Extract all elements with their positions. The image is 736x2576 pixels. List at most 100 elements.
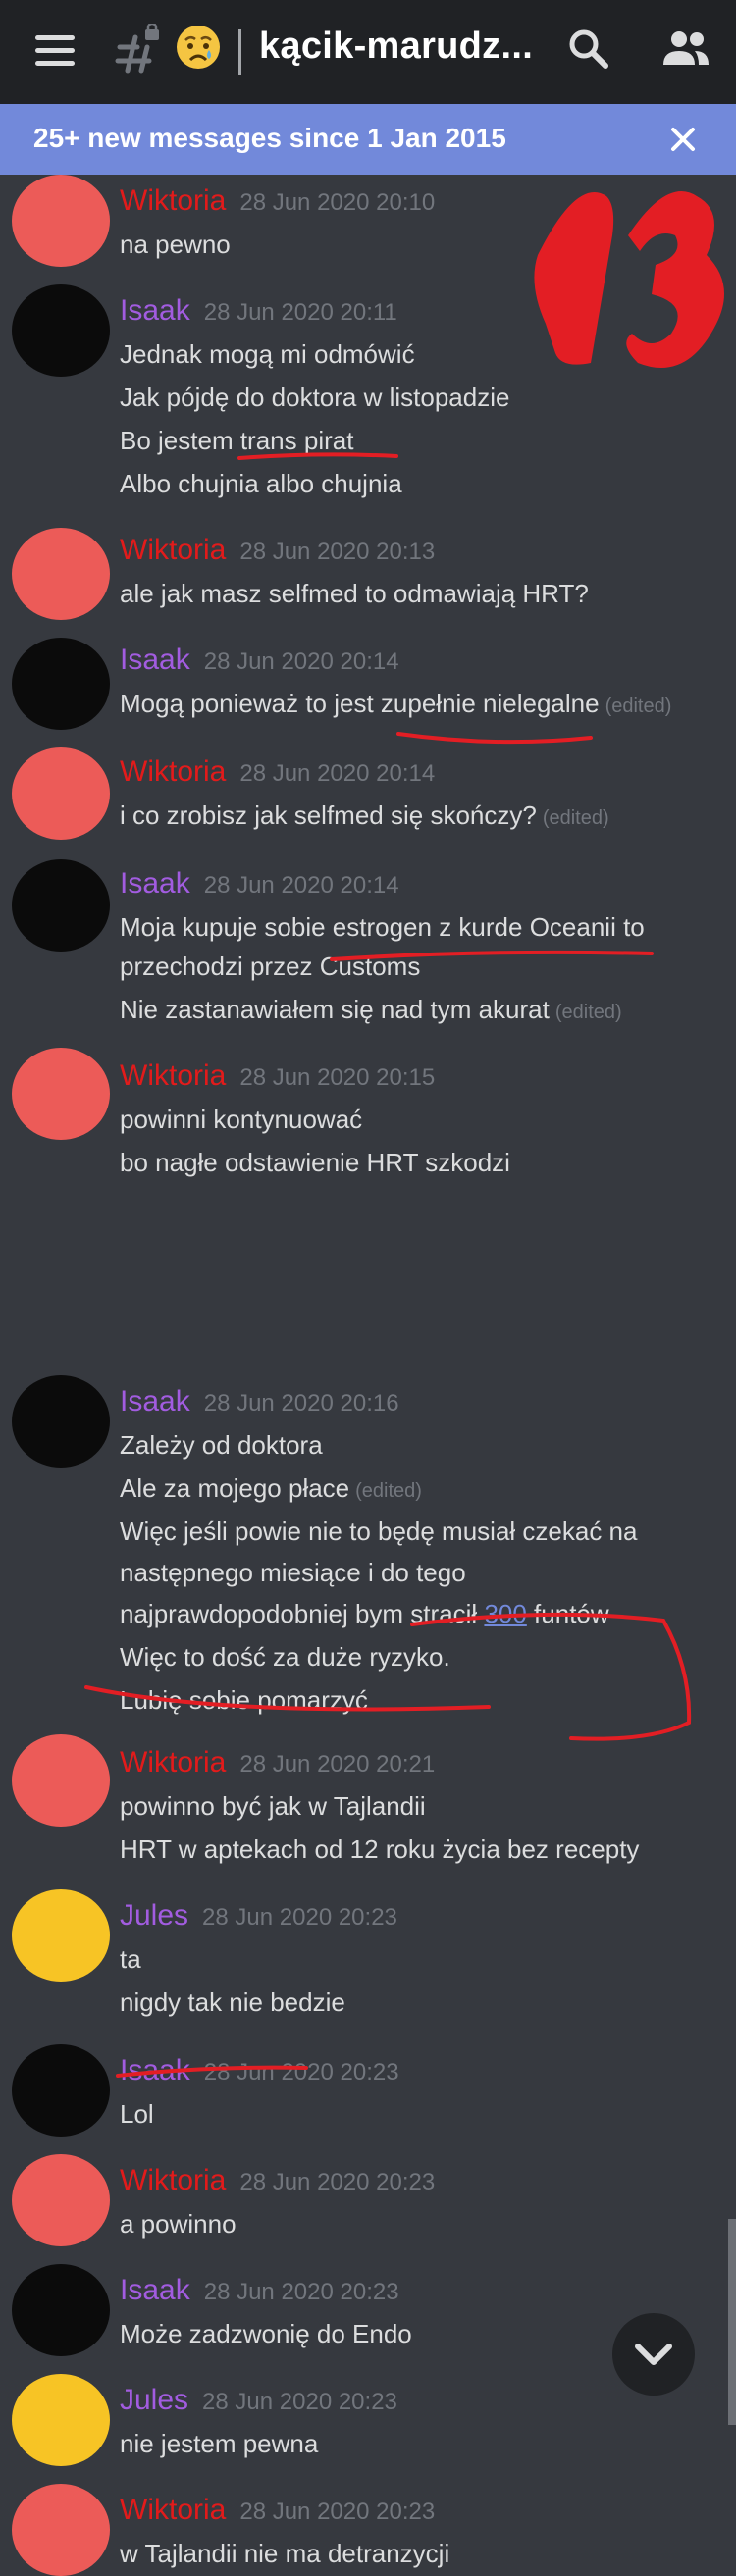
message-line: Lubię sobie pomarzyć: [120, 1685, 368, 1715]
author-name[interactable]: Isaak: [120, 644, 190, 676]
author-name[interactable]: Wiktoria: [120, 2164, 226, 2196]
channel-hash-locked-icon: [115, 24, 159, 74]
message-line: bo nagłe odstawienie HRT szkodzi: [120, 1148, 510, 1177]
message-author[interactable]: Jules 28 Jun 2020 20:23: [120, 1899, 397, 1932]
message-timestamp: 28 Jun 2020 20:10: [239, 189, 436, 216]
message-text: Nie zastanawiałem się nad tym akurat: [120, 995, 550, 1024]
message-author[interactable]: Wiktoria 28 Jun 2020 20:23: [120, 2164, 435, 2197]
avatar-isaak[interactable]: [12, 2264, 110, 2356]
message-timestamp: 28 Jun 2020 20:14: [203, 872, 399, 899]
message-timestamp: 28 Jun 2020 20:23: [239, 2499, 436, 2525]
message-line: nigdy tak nie bedzie: [120, 1987, 345, 2017]
message-timestamp: 28 Jun 2020 20:23: [202, 1904, 397, 1931]
message-line: Bo jestem trans pirat: [120, 426, 354, 455]
message-list: Wiktoria 28 Jun 2020 20:10 na pewno Isaak…: [0, 175, 736, 2576]
message-timestamp: 28 Jun 2020 20:23: [239, 2169, 436, 2195]
message-line: Albo chujnia albo chujnia: [120, 469, 402, 498]
jump-to-bottom-button[interactable]: [612, 2313, 695, 2396]
avatar-wiktoria[interactable]: [12, 747, 110, 840]
message-text: i co zrobisz jak selfmed się skończy?: [120, 800, 537, 830]
avatar-wiktoria[interactable]: [12, 2154, 110, 2246]
title-divider: [238, 29, 241, 75]
author-name[interactable]: Wiktoria: [120, 534, 226, 566]
author-name[interactable]: Wiktoria: [120, 1746, 226, 1778]
avatar-wiktoria[interactable]: [12, 528, 110, 620]
message-timestamp: 28 Jun 2020 20:13: [239, 539, 436, 565]
message-timestamp: 28 Jun 2020 20:23: [203, 2059, 399, 2086]
link-text[interactable]: 300: [484, 1599, 526, 1628]
message-author[interactable]: Isaak 28 Jun 2020 20:11: [120, 294, 397, 328]
message-line: Lol: [120, 2099, 154, 2129]
message-line: HRT w aptekach od 12 roku życia bez rece…: [120, 1834, 640, 1864]
message-author[interactable]: Isaak 28 Jun 2020 20:23: [120, 2054, 399, 2087]
message-timestamp: 28 Jun 2020 20:14: [239, 760, 436, 787]
crying-face-icon: [177, 26, 220, 69]
avatar-jules[interactable]: [12, 2374, 110, 2466]
author-name[interactable]: Isaak: [120, 1385, 190, 1417]
avatar-wiktoria[interactable]: [12, 1048, 110, 1140]
message-author[interactable]: Jules 28 Jun 2020 20:23: [120, 2384, 397, 2417]
message-author[interactable]: Isaak 28 Jun 2020 20:14: [120, 644, 399, 677]
author-name[interactable]: Wiktoria: [120, 1059, 226, 1092]
message-author[interactable]: Isaak 28 Jun 2020 20:23: [120, 2274, 399, 2307]
channel-title: kącik-marudz...: [259, 26, 534, 67]
message-line: Mogą ponieważ to jest zupełnie nielegaln…: [120, 689, 671, 719]
chevron-down-icon: [635, 2344, 672, 2365]
message-author[interactable]: Wiktoria 28 Jun 2020 20:14: [120, 755, 435, 789]
avatar-wiktoria[interactable]: [12, 175, 110, 267]
avatar-isaak[interactable]: [12, 1375, 110, 1468]
message-line: następnego miesiące i do tego: [120, 1558, 466, 1587]
author-name[interactable]: Isaak: [120, 294, 190, 327]
message-timestamp: 28 Jun 2020 20:15: [239, 1064, 436, 1091]
new-messages-banner[interactable]: 25+ new messages since 1 Jan 2015: [0, 104, 736, 175]
message-author[interactable]: Wiktoria 28 Jun 2020 20:21: [120, 1746, 435, 1779]
message-line: na pewno: [120, 230, 231, 259]
avatar-isaak[interactable]: [12, 2044, 110, 2137]
message-line: ale jak masz selfmed to odmawiają HRT?: [120, 579, 589, 608]
author-name[interactable]: Jules: [120, 1899, 188, 1932]
message-author[interactable]: Wiktoria 28 Jun 2020 20:15: [120, 1059, 435, 1093]
message-line: Jak pójdę do doktora w listopadzie: [120, 383, 510, 412]
message-line: Nie zastanawiałem się nad tym akurat (edi…: [120, 995, 622, 1025]
message-line: przechodzi przez Customs: [120, 952, 421, 981]
avatar-wiktoria[interactable]: [12, 1734, 110, 1827]
author-name[interactable]: Wiktoria: [120, 755, 226, 788]
avatar-isaak[interactable]: [12, 638, 110, 730]
message-line: Może zadzwonię do Endo: [120, 2319, 412, 2348]
scrollbar[interactable]: [728, 2219, 736, 2425]
avatar-jules[interactable]: [12, 1889, 110, 1982]
message-author[interactable]: Isaak 28 Jun 2020 20:14: [120, 867, 399, 901]
message-timestamp: 28 Jun 2020 20:11: [203, 299, 397, 326]
message-author[interactable]: Wiktoria 28 Jun 2020 20:23: [120, 2494, 435, 2527]
message-line: najprawdopodobniej bym stracił 300 funtó…: [120, 1599, 609, 1629]
author-name[interactable]: Jules: [120, 2384, 188, 2416]
members-icon[interactable]: [659, 29, 710, 69]
message-line: i co zrobisz jak selfmed się skończy? (ed…: [120, 800, 609, 831]
message-line: powinno być jak w Tajlandii: [120, 1791, 426, 1821]
avatar-isaak[interactable]: [12, 859, 110, 952]
author-name[interactable]: Wiktoria: [120, 184, 226, 217]
message-timestamp: 28 Jun 2020 20:21: [239, 1751, 436, 1777]
message-author[interactable]: Isaak 28 Jun 2020 20:16: [120, 1385, 399, 1418]
author-name[interactable]: Isaak: [120, 2274, 190, 2306]
menu-icon[interactable]: [35, 33, 77, 69]
author-name[interactable]: Isaak: [120, 867, 190, 900]
message-author[interactable]: Wiktoria 28 Jun 2020 20:13: [120, 534, 435, 567]
message-text: funtów: [526, 1599, 609, 1628]
message-line: Więc to dość za duże ryzyko.: [120, 1642, 450, 1672]
message-line: Moja kupuje sobie estrogen z kurde Ocean…: [120, 912, 645, 942]
author-name[interactable]: Wiktoria: [120, 2494, 226, 2526]
close-icon[interactable]: [667, 124, 699, 155]
message-timestamp: 28 Jun 2020 20:23: [202, 2389, 397, 2415]
avatar-wiktoria[interactable]: [12, 2484, 110, 2576]
author-name[interactable]: Isaak: [120, 2054, 190, 2087]
message-line: w Tajlandii nie ma detranzycji: [120, 2539, 450, 2568]
message-author[interactable]: Wiktoria 28 Jun 2020 20:10: [120, 184, 435, 218]
avatar-isaak[interactable]: [12, 284, 110, 377]
message-line: nie jestem pewna: [120, 2429, 319, 2458]
edited-tag: (edited): [605, 696, 672, 717]
message-text: Mogą ponieważ to jest zupełnie nielegaln…: [120, 689, 600, 718]
search-icon[interactable]: [567, 27, 610, 71]
message-line: Jednak mogą mi odmówić: [120, 339, 415, 369]
edited-tag: (edited): [554, 1002, 622, 1023]
